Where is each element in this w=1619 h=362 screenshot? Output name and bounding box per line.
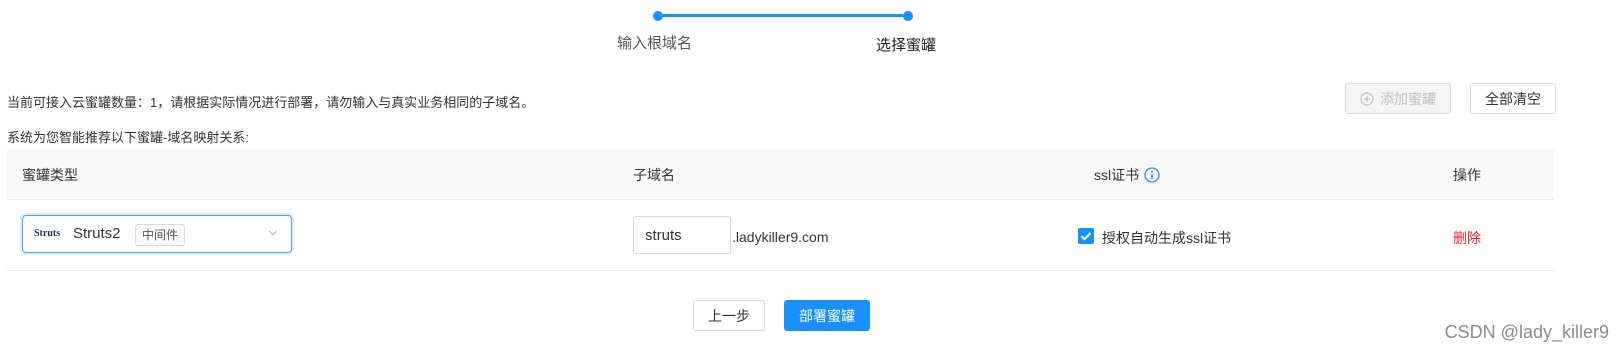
add-honeypot-label: 添加蜜罐 xyxy=(1380,90,1436,107)
clear-all-button[interactable]: 全部清空 xyxy=(1470,83,1556,114)
quota-notice: 当前可接入云蜜罐数量：1，请根据实际情况进行部署，请勿输入与真实业务相同的子域名… xyxy=(7,95,535,110)
header-action: 操作 xyxy=(1453,167,1481,183)
header-honeypot-type: 蜜罐类型 xyxy=(22,167,78,183)
step-dot-2 xyxy=(903,11,913,21)
check-icon xyxy=(1080,232,1092,241)
delete-link[interactable]: 删除 xyxy=(1453,228,1481,248)
domain-suffix: .ladykiller9.com xyxy=(732,229,829,245)
step-label-1: 输入根域名 xyxy=(617,35,693,52)
deploy-honeypot-button[interactable]: 部署蜜罐 xyxy=(784,300,870,331)
middleware-tag: 中间件 xyxy=(135,224,186,246)
step-label-2: 选择蜜罐 xyxy=(876,37,937,54)
chevron-down-icon xyxy=(267,226,279,244)
honeypot-type-value: Struts2 xyxy=(73,225,121,242)
subdomain-input[interactable] xyxy=(633,216,731,254)
table-row: Struts Struts2 中间件 .ladykiller9.com 授权自动… xyxy=(7,200,1554,271)
struts-logo: Struts xyxy=(34,228,61,239)
recommend-notice: 系统为您智能推荐以下蜜罐-域名映射关系: xyxy=(7,130,249,145)
table-header: 蜜罐类型 子域名 ssl证书 操作 xyxy=(7,149,1554,200)
watermark: CSDN @lady_killer9 xyxy=(1444,322,1609,342)
ssl-auto-checkbox[interactable] xyxy=(1078,228,1094,244)
header-ssl: ssl证书 xyxy=(1094,165,1160,185)
add-honeypot-button[interactable]: 添加蜜罐 xyxy=(1345,83,1451,114)
prev-step-button[interactable]: 上一步 xyxy=(693,300,765,331)
honeypot-type-select[interactable]: Struts Struts2 中间件 xyxy=(22,215,292,253)
header-ssl-label: ssl证书 xyxy=(1094,167,1140,183)
ssl-auto-label[interactable]: 授权自动生成ssl证书 xyxy=(1102,228,1231,248)
step-dot-1 xyxy=(653,11,663,21)
stepper: 输入根域名 选择蜜罐 xyxy=(0,0,1619,60)
step-connector xyxy=(663,14,903,17)
plus-circle-icon xyxy=(1360,91,1374,106)
info-circle-icon[interactable] xyxy=(1144,167,1160,183)
header-subdomain: 子域名 xyxy=(633,167,675,183)
